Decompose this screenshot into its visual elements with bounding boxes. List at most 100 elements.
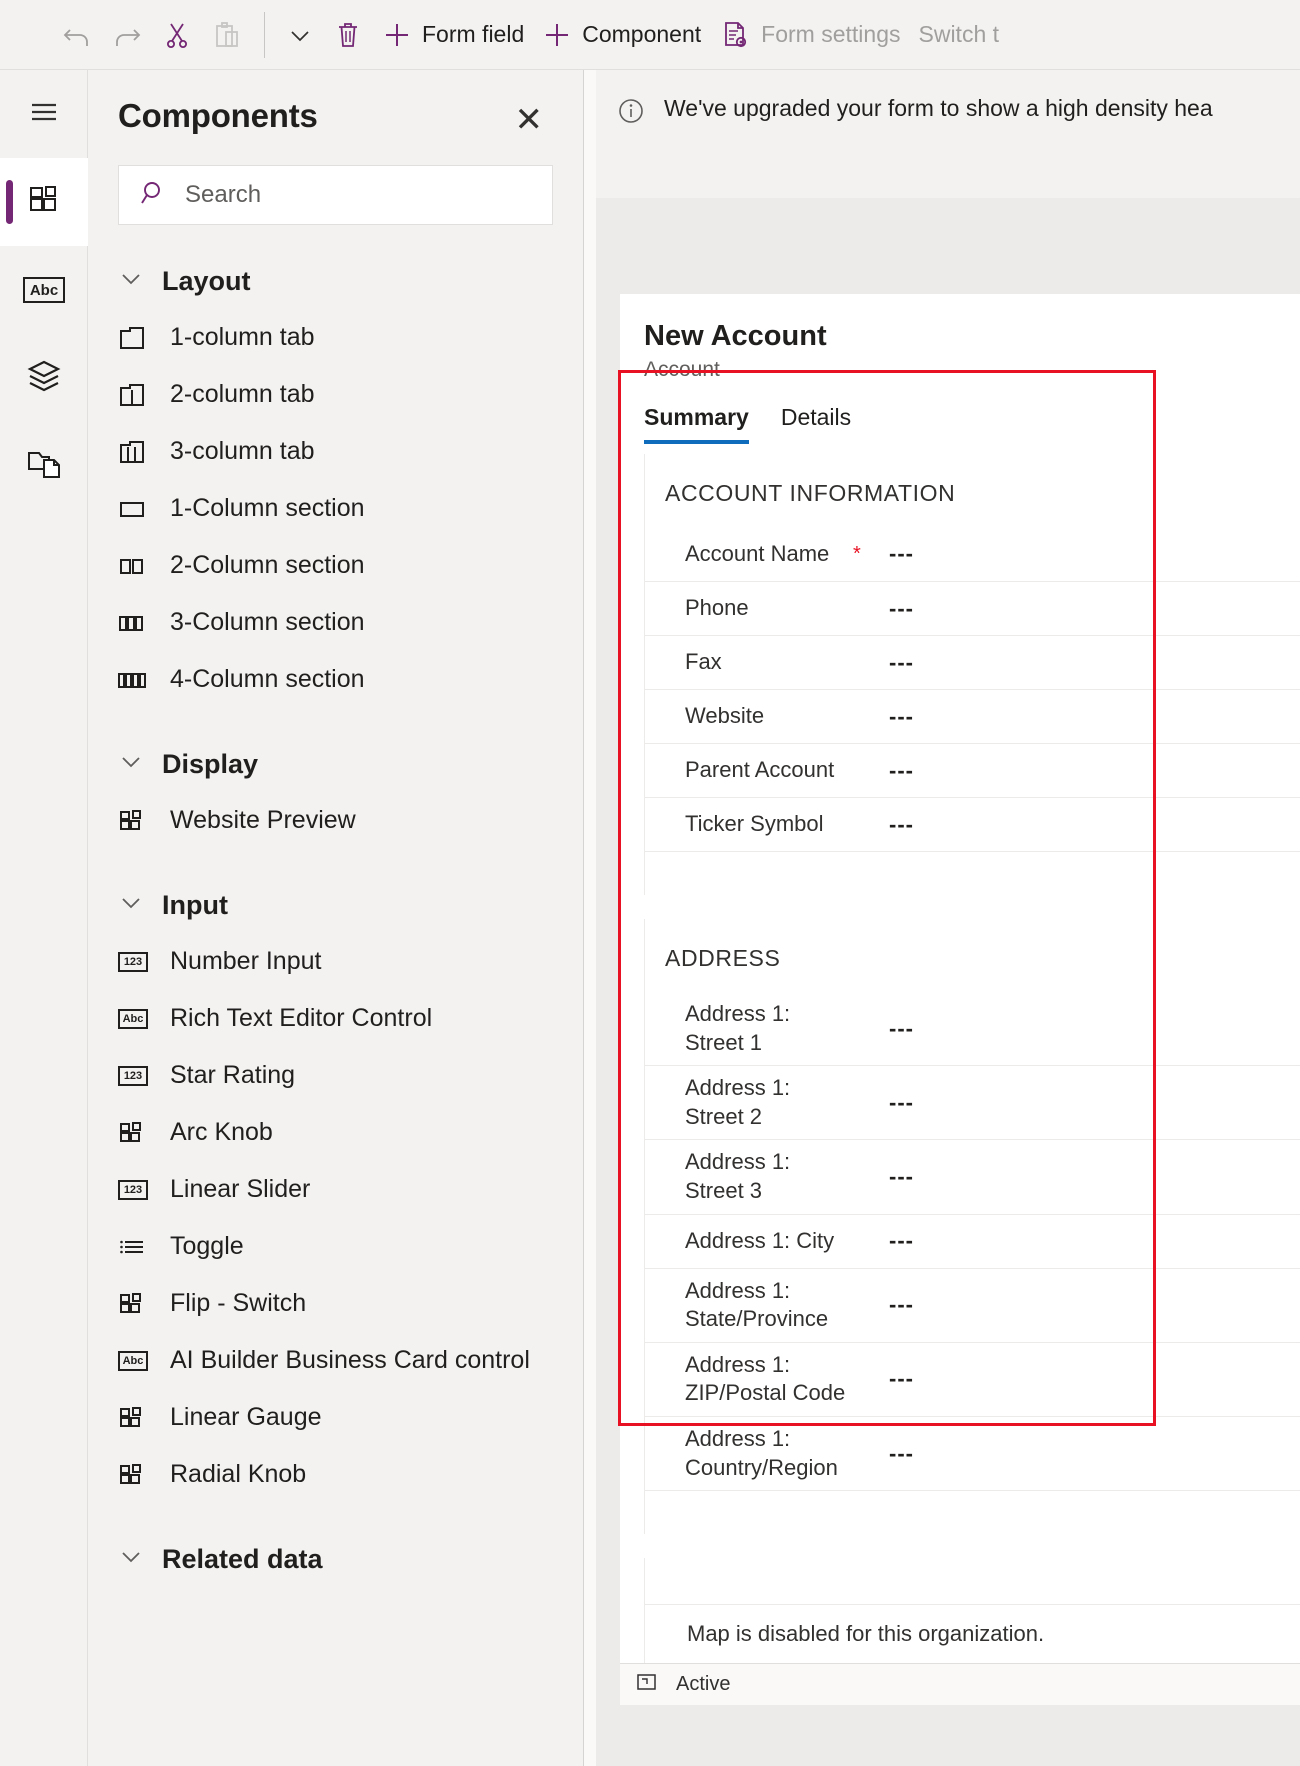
form-card: New Account Account Summary Details ACCO… bbox=[620, 294, 1300, 1706]
field-row-phone[interactable]: Phone --- bbox=[645, 581, 1300, 635]
field-label: Address 1: State/Province bbox=[685, 1277, 829, 1332]
field-label: Address 1: Street 1 bbox=[685, 1001, 791, 1055]
component-icon bbox=[118, 807, 148, 835]
panel-title: Components bbox=[118, 97, 318, 134]
section-address[interactable]: ADDRESS Address 1: Street 1 --- Address … bbox=[644, 919, 1300, 1535]
component-item-2-column-tab[interactable]: 2-column tab bbox=[88, 366, 583, 423]
component-item-ai-builder-business-card-control[interactable]: Abc AI Builder Business Card control bbox=[88, 1332, 583, 1389]
field-row-address-country-region[interactable]: Address 1: Country/Region --- bbox=[645, 1415, 1300, 1490]
number-icon: 123 bbox=[118, 1065, 148, 1086]
search-placeholder: Search bbox=[185, 181, 262, 208]
field-row-address-street-1[interactable]: Address 1: Street 1 --- bbox=[645, 992, 1300, 1065]
section-map[interactable]: Map is disabled for this organization. bbox=[644, 1558, 1300, 1664]
component-item-2-column-section[interactable]: 2-Column section bbox=[88, 537, 583, 594]
delete-icon bbox=[332, 19, 364, 51]
field-row-address-street-2[interactable]: Address 1: Street 2 --- bbox=[645, 1065, 1300, 1139]
field-row-fax[interactable]: Fax --- bbox=[645, 635, 1300, 689]
field-row-address-city[interactable]: Address 1: City --- bbox=[645, 1213, 1300, 1268]
component-item-1-column-section[interactable]: 1-Column section bbox=[88, 480, 583, 537]
group-label: Display bbox=[162, 748, 259, 779]
abc-icon: Abc bbox=[23, 277, 65, 303]
component-item-arc-knob[interactable]: Arc Knob bbox=[88, 1104, 583, 1161]
field-row-parent-account[interactable]: Parent Account --- bbox=[645, 743, 1300, 797]
rail-item-components[interactable] bbox=[0, 158, 88, 246]
chevron-down-icon bbox=[118, 266, 144, 297]
info-icon bbox=[616, 96, 646, 131]
group-header-display[interactable]: Display bbox=[88, 736, 583, 792]
component-item-rich-text-editor-control[interactable]: Abc Rich Text Editor Control bbox=[88, 990, 583, 1047]
group-header-input[interactable]: Input bbox=[88, 877, 583, 933]
form-canvas: We've upgraded your form to show a high … bbox=[584, 70, 1300, 1766]
component-item-4-column-section[interactable]: 4-Column section bbox=[88, 651, 583, 708]
tab-details[interactable]: Details bbox=[781, 404, 851, 444]
field-row-address-zip-postal-code[interactable]: Address 1: ZIP/Postal Code --- bbox=[645, 1341, 1300, 1416]
field-row-address-street-3[interactable]: Address 1: Street 3 --- bbox=[645, 1139, 1300, 1213]
paste-button[interactable] bbox=[202, 9, 252, 61]
cut-button[interactable] bbox=[152, 9, 202, 61]
notification-text: We've upgraded your form to show a high … bbox=[664, 95, 1213, 121]
tab-summary[interactable]: Summary bbox=[644, 404, 749, 444]
component-item-3-column-tab[interactable]: 3-column tab bbox=[88, 423, 583, 480]
expand-icon[interactable] bbox=[636, 1671, 658, 1698]
group-header-layout[interactable]: Layout bbox=[88, 253, 583, 309]
component-item-number-input[interactable]: 123 Number Input bbox=[88, 933, 583, 990]
delete-button[interactable] bbox=[323, 9, 373, 61]
switch-to-button[interactable]: Switch t bbox=[910, 9, 1009, 61]
rail-item-menu[interactable] bbox=[0, 70, 88, 158]
component-label: 2-Column section bbox=[170, 551, 365, 579]
field-value: --- bbox=[889, 757, 914, 783]
abc-icon: Abc bbox=[118, 1008, 148, 1029]
add-form-field-button[interactable]: Form field bbox=[373, 9, 533, 61]
form-tabs: Summary Details bbox=[620, 382, 1300, 444]
chevron-down-icon bbox=[118, 1544, 144, 1575]
plus-icon bbox=[542, 20, 572, 50]
component-item-flip-switch[interactable]: Flip - Switch bbox=[88, 1275, 583, 1332]
field-label: Phone bbox=[685, 595, 749, 621]
field-value: --- bbox=[889, 1292, 914, 1318]
field-value: --- bbox=[889, 1015, 914, 1041]
search-input[interactable]: Search bbox=[118, 165, 553, 225]
add-component-button[interactable]: Component bbox=[533, 9, 710, 61]
group-header-related-data[interactable]: Related data bbox=[88, 1531, 583, 1587]
form-settings-button[interactable]: Form settings bbox=[710, 9, 909, 61]
field-row-ticker-symbol[interactable]: Ticker Symbol --- bbox=[645, 797, 1300, 851]
component-item-website-preview[interactable]: Website Preview bbox=[88, 792, 583, 849]
field-label: Ticker Symbol bbox=[685, 811, 824, 837]
component-icon bbox=[118, 1290, 148, 1318]
component-item-3-column-section[interactable]: 3-Column section bbox=[88, 594, 583, 651]
field-value: --- bbox=[889, 1228, 914, 1254]
undo-button[interactable] bbox=[52, 9, 102, 61]
field-row-account-name[interactable]: Account Name * --- bbox=[645, 527, 1300, 581]
number-icon: 123 bbox=[118, 951, 148, 972]
paste-options-dropdown[interactable] bbox=[277, 9, 323, 61]
hamburger-icon bbox=[24, 92, 64, 137]
rail-item-related[interactable] bbox=[0, 422, 88, 510]
section-bottom-spacer bbox=[645, 851, 1300, 895]
field-label: Address 1: Country/Region bbox=[685, 1425, 838, 1480]
field-label: Address 1: Street 3 bbox=[685, 1149, 791, 1203]
field-value: --- bbox=[889, 1163, 914, 1189]
rail-item-table-columns[interactable]: Abc bbox=[0, 246, 88, 334]
group-label: Layout bbox=[162, 265, 251, 296]
component-item-toggle[interactable]: Toggle bbox=[88, 1218, 583, 1275]
number-icon: 123 bbox=[118, 1179, 148, 1200]
component-label: Flip - Switch bbox=[170, 1289, 307, 1317]
component-item-1-column-tab[interactable]: 1-column tab bbox=[88, 309, 583, 366]
chevron-down-icon bbox=[118, 749, 144, 780]
component-label: 1-column tab bbox=[170, 323, 315, 351]
component-icon bbox=[118, 1119, 148, 1147]
rail-item-tree-view[interactable] bbox=[0, 334, 88, 422]
component-item-linear-slider[interactable]: 123 Linear Slider bbox=[88, 1161, 583, 1218]
close-icon[interactable]: ✕ bbox=[505, 97, 554, 143]
component-label: Website Preview bbox=[170, 806, 356, 834]
field-value: --- bbox=[889, 1089, 914, 1115]
section-account-information[interactable]: ACCOUNT INFORMATION Account Name * --- P… bbox=[644, 454, 1300, 895]
component-item-linear-gauge[interactable]: Linear Gauge bbox=[88, 1389, 583, 1446]
component-item-radial-knob[interactable]: Radial Knob bbox=[88, 1446, 583, 1503]
redo-button[interactable] bbox=[102, 9, 152, 61]
field-row-website[interactable]: Website --- bbox=[645, 689, 1300, 743]
field-row-address-state-province[interactable]: Address 1: State/Province --- bbox=[645, 1267, 1300, 1342]
add-component-label: Component bbox=[582, 21, 702, 47]
component-item-star-rating[interactable]: 123 Star Rating bbox=[88, 1047, 583, 1104]
